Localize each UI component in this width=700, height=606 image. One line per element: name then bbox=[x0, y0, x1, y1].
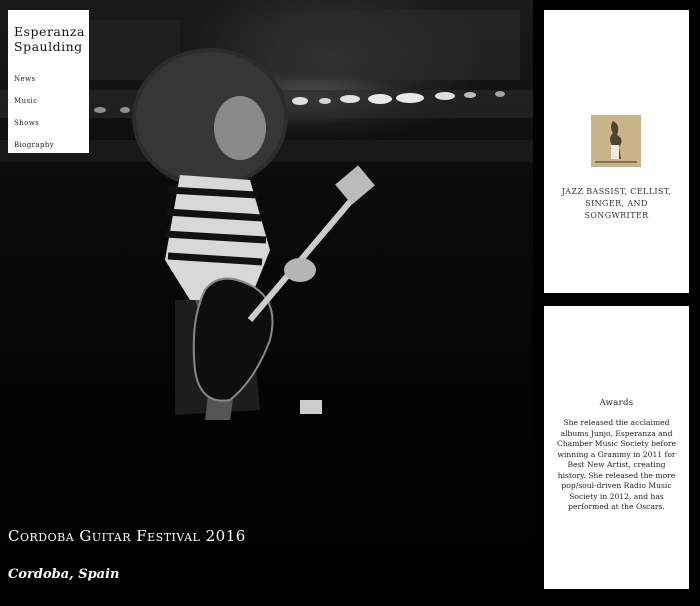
hero-caption-title: Cordoba Guitar Festival 2016 bbox=[8, 527, 246, 545]
nav-item-shows[interactable]: Shows bbox=[14, 112, 83, 134]
album-logo-image[interactable] bbox=[591, 115, 641, 167]
site-title[interactable]: Esperanza Spaulding bbox=[14, 24, 85, 54]
awards-text: She released the acclaimed albums Junjo,… bbox=[556, 418, 677, 511]
nav-item-music[interactable]: Music bbox=[14, 90, 83, 112]
awards-card: Awards She released the acclaimed albums… bbox=[544, 306, 689, 589]
nav-item-news[interactable]: News bbox=[14, 68, 83, 90]
nav-card: Esperanza Spaulding News Music Shows Bio… bbox=[8, 10, 89, 153]
nav-item-biography[interactable]: Biography bbox=[14, 134, 83, 156]
site-title-line2: Spaulding bbox=[14, 39, 83, 54]
awards-title: Awards bbox=[599, 398, 634, 408]
logo-emblem-icon bbox=[591, 115, 641, 167]
site-title-line1: Esperanza bbox=[14, 24, 85, 39]
artist-tagline: Jazz bassist, cellist, singer, and songw… bbox=[561, 187, 672, 220]
profile-card: Jazz bassist, cellist, singer, and songw… bbox=[544, 10, 689, 293]
hero-caption-location: Cordoba, Spain bbox=[8, 567, 120, 582]
